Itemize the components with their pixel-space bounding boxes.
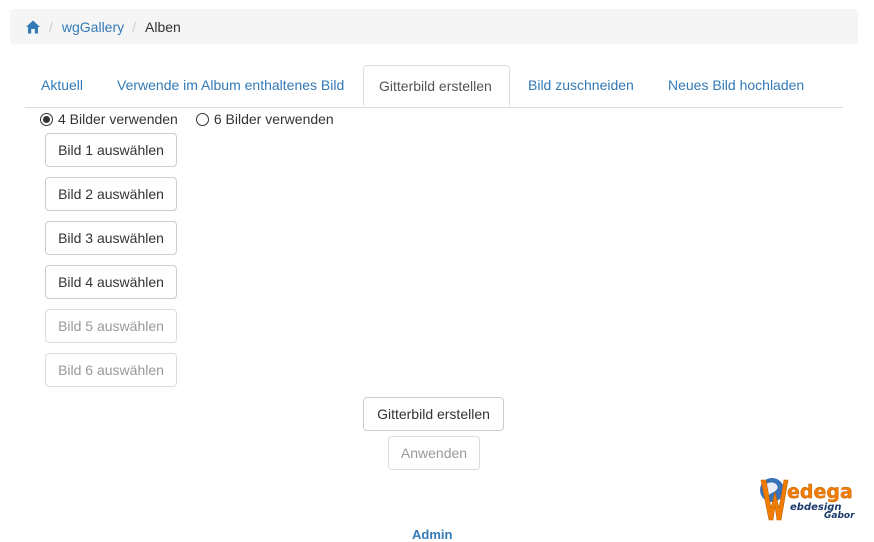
breadcrumb: / wgGallery / Alben: [10, 9, 858, 44]
tab-grid-image[interactable]: Gitterbild erstellen: [363, 65, 510, 106]
breadcrumb-current: Alben: [145, 18, 181, 35]
logo-subtext-2: Gabor: [824, 511, 855, 521]
select-image-2-button[interactable]: Bild 2 auswählen: [45, 177, 177, 211]
select-image-4-button[interactable]: Bild 4 auswählen: [45, 265, 177, 299]
breadcrumb-separator: /: [49, 18, 53, 35]
breadcrumb-link-wggallery[interactable]: wgGallery: [62, 19, 124, 35]
select-image-6-button[interactable]: Bild 6 auswählen: [45, 353, 177, 387]
grid-size-options: 4 Bilder verwenden 6 Bilder verwenden: [40, 110, 352, 128]
radio-label: 6 Bilder verwenden: [213, 111, 334, 127]
logo-text: edega: [787, 481, 853, 503]
tab-upload-image[interactable]: Neues Bild hochladen: [668, 65, 804, 106]
create-grid-button[interactable]: Gitterbild erstellen: [363, 397, 504, 431]
home-icon[interactable]: [25, 19, 41, 35]
radio-button[interactable]: [40, 112, 53, 126]
select-image-5-button[interactable]: Bild 5 auswählen: [45, 309, 177, 343]
tab-crop-image[interactable]: Bild zuschneiden: [528, 65, 634, 106]
tab-aktuell[interactable]: Aktuell: [41, 65, 83, 106]
wedega-logo: edega ebdesign Gabor: [758, 472, 858, 524]
breadcrumb-separator: /: [132, 18, 137, 35]
tab-bar: Aktuell Verwende im Album enthaltenes Bi…: [25, 65, 843, 108]
tab-album-image[interactable]: Verwende im Album enthaltenes Bild: [117, 65, 344, 106]
radio-6-images[interactable]: 6 Bilder verwenden: [195, 111, 334, 127]
radio-label: 4 Bilder verwenden: [58, 111, 178, 127]
radio-4-images[interactable]: 4 Bilder verwenden: [40, 111, 178, 127]
select-image-1-button[interactable]: Bild 1 auswählen: [45, 133, 177, 167]
apply-button[interactable]: Anwenden: [388, 436, 480, 470]
radio-button[interactable]: [195, 112, 209, 126]
select-image-3-button[interactable]: Bild 3 auswählen: [45, 221, 177, 255]
